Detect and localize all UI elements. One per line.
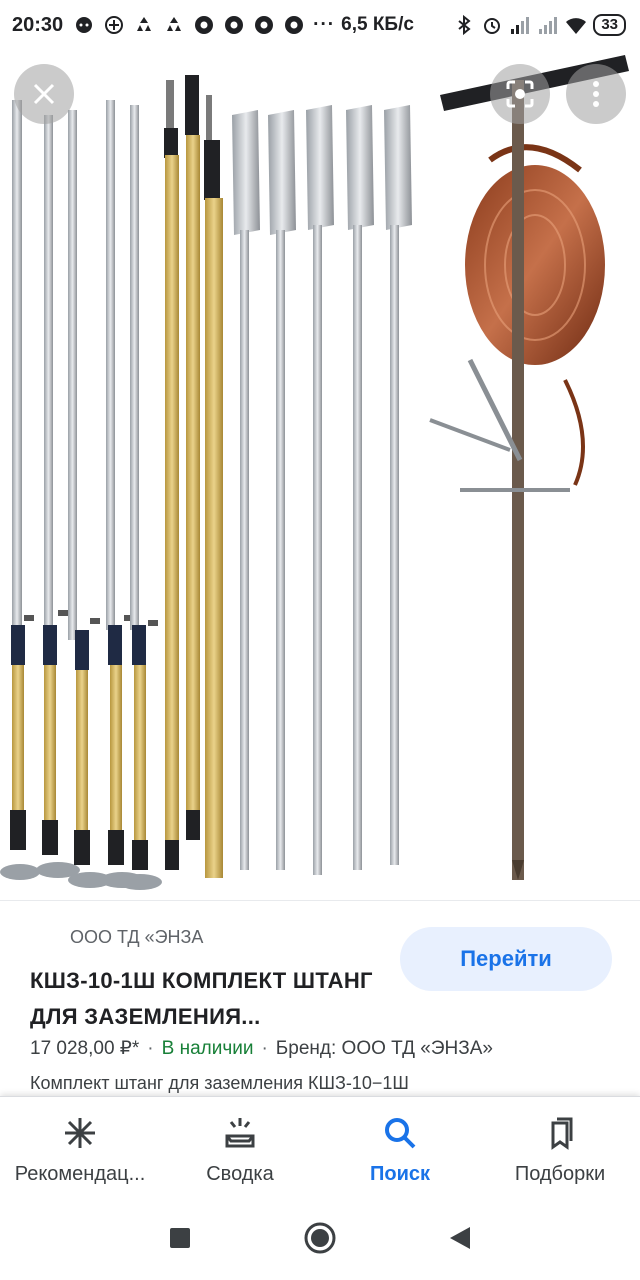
more-vert-icon (593, 81, 599, 107)
signal-icon (511, 17, 530, 34)
chrome-icon (195, 16, 214, 34)
updates-icon (220, 1113, 260, 1153)
nav-item-recommendations[interactable]: Рекомендац... (0, 1097, 160, 1196)
lens-button[interactable] (490, 64, 550, 124)
asterisk-icon (60, 1113, 100, 1153)
brand: Бренд: ООО ТД «ЭНЗА» (275, 1038, 493, 1059)
availability: В наличии (161, 1038, 254, 1059)
nav-label: Сводка (206, 1163, 274, 1185)
chrome-icon-2 (225, 16, 244, 34)
go-button[interactable]: Перейти (400, 927, 612, 991)
product-description: Комплект штанг для заземления КШЗ-10−1Ш (30, 1073, 409, 1093)
product-title[interactable]: КШЗ-10-1Ш КОМПЛЕКТ ШТАНГ ДЛЯ ЗАЗЕМЛЕНИЯ.… (30, 963, 390, 1035)
recycle-icon-2 (167, 17, 182, 31)
product-card: ООО ТД «ЭНЗА Перейти КШЗ-10-1Ш КОМПЛЕКТ … (0, 900, 640, 1096)
circle-icon (304, 1222, 336, 1254)
separator: · (261, 1038, 268, 1059)
more-options-button[interactable] (566, 64, 626, 124)
wifi-icon (566, 18, 587, 34)
nav-item-collections[interactable]: Подборки (480, 1097, 640, 1196)
messenger-icon (76, 17, 93, 33)
status-time: 20:30 (12, 13, 64, 36)
back-triangle-icon (450, 1227, 470, 1249)
notification-icons (73, 14, 305, 36)
search-icon (380, 1113, 420, 1153)
grounding-rods-illustration (0, 55, 629, 890)
rod-group-left (0, 100, 162, 890)
seller-name[interactable]: ООО ТД «ЭНЗА (70, 927, 203, 948)
rod-group-metal (232, 105, 412, 875)
chrome-icon-3 (255, 16, 274, 34)
close-icon (33, 83, 55, 105)
status-bar: 20:30 ··· 6,5 КБ/с 33 (0, 0, 640, 50)
nav-label: Подборки (514, 1163, 606, 1185)
nav-label: Рекомендац... (14, 1163, 146, 1185)
recents-button[interactable] (158, 1216, 202, 1260)
square-icon (170, 1228, 190, 1248)
bottom-navigation: Рекомендац... Сводка Поиск Подборки (0, 1096, 640, 1196)
product-meta: 17 028,00 ₽* · В наличии · Бренд: ООО ТД «ЭН… (30, 1037, 493, 1060)
nav-item-updates[interactable]: Сводка (160, 1097, 320, 1196)
rod-group-wooden (164, 75, 223, 878)
system-icons: 33 (453, 14, 626, 36)
location-icon (105, 16, 124, 34)
product-image[interactable] (0, 50, 640, 900)
signal-icon-2 (539, 17, 558, 34)
separator: · (147, 1038, 154, 1059)
nav-label: Поиск (369, 1163, 431, 1185)
network-speed: 6,5 КБ/с (341, 14, 414, 35)
recycle-icon (137, 17, 152, 31)
bluetooth-icon (458, 14, 471, 36)
grounding-stake (429, 55, 629, 880)
back-button[interactable] (438, 1216, 482, 1260)
lens-icon (506, 80, 534, 108)
nav-item-search[interactable]: Поиск (320, 1097, 480, 1196)
more-notifications: ··· (313, 14, 336, 35)
battery-level: 33 (593, 14, 626, 36)
chrome-icon-4 (285, 16, 304, 34)
alarm-icon (484, 18, 501, 34)
close-button[interactable] (14, 64, 74, 124)
system-navigation (0, 1196, 640, 1280)
collections-icon (540, 1113, 580, 1153)
home-button[interactable] (298, 1216, 342, 1260)
price: 17 028,00 ₽* (30, 1038, 140, 1059)
